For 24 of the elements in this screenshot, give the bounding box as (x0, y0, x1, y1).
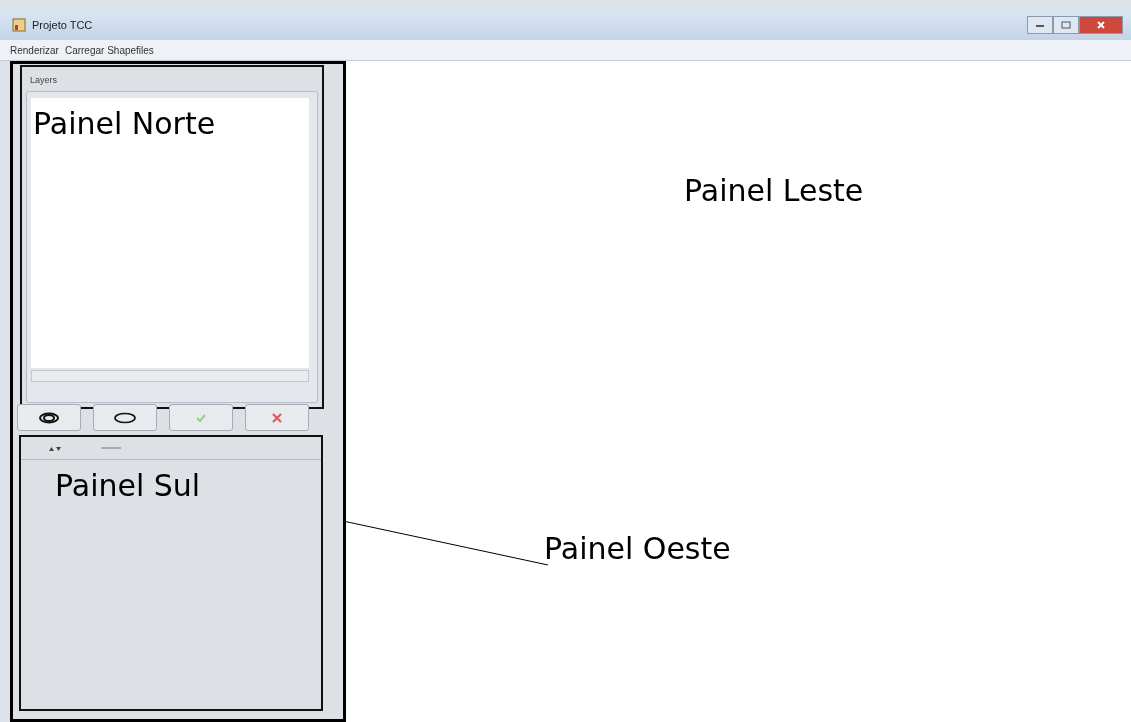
annotation-label: Painel Leste (684, 173, 864, 208)
maximize-icon (1061, 21, 1071, 29)
layers-title: Layers (29, 74, 58, 87)
minimize-button[interactable] (1027, 16, 1053, 34)
ellipse-button[interactable] (93, 404, 157, 431)
close-icon (1096, 20, 1106, 30)
delete-button[interactable] (245, 404, 309, 431)
annotation-label: Painel Sul (54, 467, 202, 505)
minimize-icon (1035, 22, 1045, 28)
menu-item[interactable]: Carregar Shapefiles (64, 44, 154, 56)
expand-arrows-icon[interactable] (49, 445, 61, 451)
ellipse-icon (113, 411, 137, 424)
checkmark-icon (195, 412, 207, 423)
split-handle[interactable] (101, 447, 121, 449)
horizontal-scrollbar[interactable] (31, 370, 309, 382)
annotation-label: Painel Norte (32, 105, 217, 143)
eye-icon (38, 411, 60, 424)
close-button[interactable] (1079, 16, 1123, 34)
window-title: Projeto TCC (32, 19, 93, 31)
delete-icon (271, 411, 283, 424)
menu-item[interactable]: Renderizar (10, 44, 59, 56)
annotation-label: Painel Oeste (544, 531, 731, 566)
visibility-button[interactable] (17, 404, 81, 431)
app-icon (12, 18, 26, 32)
